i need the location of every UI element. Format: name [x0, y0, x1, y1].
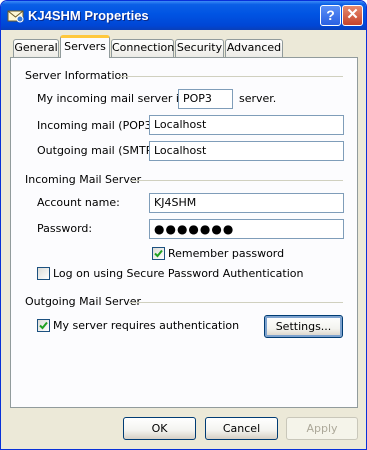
help-button[interactable]: ? — [320, 5, 341, 26]
ok-button[interactable]: OK — [123, 417, 196, 440]
outgoing-mail-server-divider — [129, 302, 343, 303]
tab-servers[interactable]: Servers — [60, 35, 110, 58]
checkmark-icon — [39, 321, 48, 330]
incoming-mail-server-divider — [131, 180, 343, 181]
remember-password-label[interactable]: Remember password — [168, 247, 284, 260]
server-information-divider — [119, 76, 343, 77]
password-label: Password: — [37, 222, 93, 235]
tab-security[interactable]: Security — [175, 39, 224, 57]
close-button[interactable]: ✕ — [342, 5, 363, 26]
mail-account-icon — [7, 10, 24, 23]
server-type-suffix: server. — [239, 92, 277, 105]
title-bar[interactable]: KJ4SHM Properties ? ✕ — [1, 1, 366, 30]
properties-dialog: KJ4SHM Properties ? ✕ General Servers Co… — [0, 0, 367, 450]
incoming-mail-input[interactable]: Localhost — [149, 115, 344, 135]
outgoing-mail-label: Outgoing mail (SMTP): — [37, 144, 161, 157]
spa-label[interactable]: Log on using Secure Password Authenticat… — [53, 267, 304, 280]
tab-connection[interactable]: Connection — [111, 39, 174, 57]
help-icon: ? — [326, 7, 335, 23]
remember-password-checkbox[interactable] — [152, 247, 165, 260]
server-requires-auth-label[interactable]: My server requires authentication — [53, 319, 239, 332]
incoming-mail-label: Incoming mail (POP3): — [37, 119, 160, 132]
settings-button[interactable]: Settings... — [264, 315, 343, 338]
spa-checkbox[interactable] — [37, 267, 50, 280]
apply-button[interactable]: Apply — [286, 417, 358, 440]
window-title: KJ4SHM Properties — [28, 8, 149, 23]
checkmark-icon — [154, 249, 163, 258]
tab-general[interactable]: General — [13, 39, 59, 57]
tab-advanced[interactable]: Advanced — [225, 39, 283, 57]
account-name-input[interactable]: KJ4SHM — [149, 193, 344, 213]
password-input[interactable]: ●●●●●●● — [149, 219, 344, 239]
server-type-prefix: My incoming mail server is a — [37, 92, 195, 105]
outgoing-mail-server-heading: Outgoing Mail Server — [25, 295, 142, 308]
server-type-field: POP3 — [178, 89, 233, 109]
close-icon: ✕ — [346, 6, 359, 23]
server-requires-auth-checkbox[interactable] — [37, 319, 50, 332]
account-name-label: Account name: — [37, 196, 120, 209]
incoming-mail-server-heading: Incoming Mail Server — [25, 173, 142, 186]
server-information-heading: Server Information — [25, 69, 129, 82]
cancel-button[interactable]: Cancel — [205, 417, 278, 440]
outgoing-mail-input[interactable]: Localhost — [149, 141, 344, 161]
